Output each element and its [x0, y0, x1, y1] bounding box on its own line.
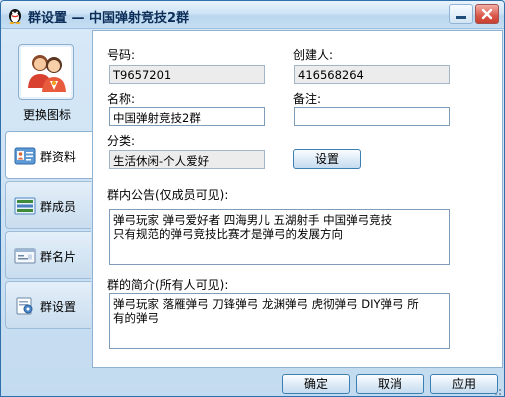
apply-button[interactable]: 应用: [430, 374, 498, 394]
tab-group-members[interactable]: 群成员: [5, 181, 91, 229]
tab-group-info[interactable]: 群资料: [5, 131, 93, 179]
creator-label: 创建人:: [293, 48, 334, 62]
settings-icon: [16, 297, 33, 315]
creator-field: 416568264: [294, 65, 450, 84]
change-icon-link[interactable]: 更换图标: [1, 106, 93, 123]
group-notice-textarea[interactable]: 弹弓玩家 弹弓爱好者 四海男儿 五湖射手 中国弹弓竞技 只有规范的弹弓竞技比赛才…: [109, 209, 450, 265]
cancel-button[interactable]: 取消: [356, 374, 424, 394]
intro-line-2: 有的弹弓: [113, 311, 159, 325]
title-bar[interactable]: 群设置 — 中国弹射竞技2群: [1, 1, 504, 29]
group-info-icon: [14, 147, 36, 165]
resize-grip-icon[interactable]: [492, 386, 502, 396]
ok-button[interactable]: 确定: [282, 374, 350, 394]
sidebar: 更换图标 群资料 群成员 群名片 群设置: [1, 30, 93, 368]
intro-label: 群的简介(所有人可见):: [107, 278, 229, 292]
notice-line-1: 弹弓玩家 弹弓爱好者 四海男儿 五湖射手 中国弹弓竞技: [113, 213, 393, 227]
group-info-panel: 号码: T9657201 创建人: 416568264 名称: 中国弹射竞技2群…: [92, 30, 503, 368]
minimize-button[interactable]: [449, 4, 473, 24]
card-icon: [14, 248, 36, 264]
tab-group-info-label: 群资料: [40, 150, 77, 164]
tab-group-settings-label: 群设置: [40, 300, 77, 314]
remark-input[interactable]: [294, 107, 450, 126]
group-avatar[interactable]: [18, 44, 74, 100]
qq-penguin-icon: [9, 9, 21, 24]
group-people-icon: [28, 55, 66, 92]
name-label: 名称:: [107, 92, 136, 106]
number-label: 号码:: [107, 48, 136, 62]
intro-line-1: 弹弓玩家 落雁弹弓 刀锋弹弓 龙渊弹弓 虎彻弹弓 DIY弹弓 所: [113, 297, 419, 311]
window-title: 群设置 — 中国弹射竞技2群: [28, 11, 190, 26]
tab-group-members-label: 群成员: [40, 200, 77, 214]
minimize-icon: [456, 15, 466, 19]
tab-group-card-label: 群名片: [40, 250, 77, 264]
group-number-field: T9657201: [109, 65, 265, 84]
dialog-footer: 确定 取消 应用: [1, 369, 504, 396]
notice-line-2: 只有规范的弹弓竞技比赛才是弹弓的发展方向: [113, 227, 343, 241]
category-field: 生活休闲-个人爱好: [109, 150, 265, 169]
group-intro-textarea[interactable]: 弹弓玩家 落雁弹弓 刀锋弹弓 龙渊弹弓 虎彻弹弓 DIY弹弓 所 有的弹弓: [109, 293, 450, 349]
notice-label: 群内公告(仅成员可见):: [107, 188, 229, 202]
close-button[interactable]: [475, 4, 499, 24]
group-name-input[interactable]: 中国弹射竞技2群: [109, 107, 265, 126]
category-label: 分类:: [107, 134, 136, 148]
remark-label: 备注:: [293, 92, 322, 106]
close-icon: [481, 8, 493, 20]
tab-group-card[interactable]: 群名片: [5, 231, 91, 279]
members-icon: [14, 197, 36, 215]
tab-group-settings[interactable]: 群设置: [5, 281, 91, 329]
set-category-button[interactable]: 设置: [293, 149, 361, 169]
group-settings-window: 群设置 — 中国弹射竞技2群 更换图标 群资料 群成员 群名片 群设置 号码: …: [0, 0, 505, 397]
